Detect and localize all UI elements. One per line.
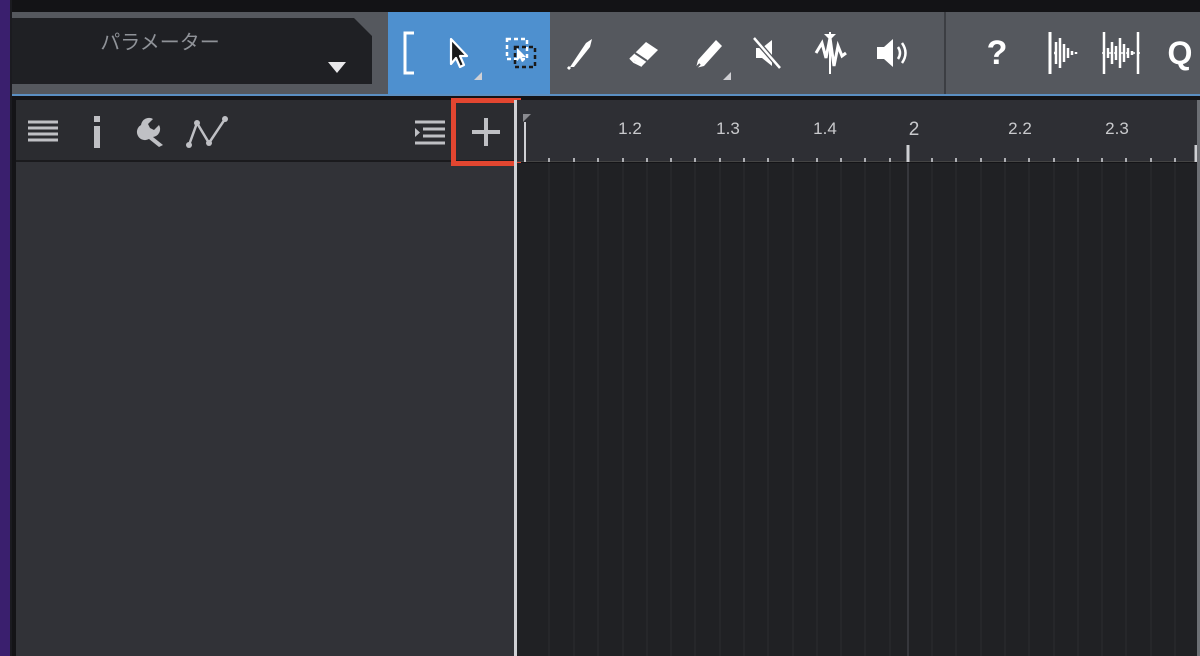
tool-options-indicator bbox=[723, 72, 731, 80]
info-icon[interactable] bbox=[82, 112, 112, 152]
range-select-icon[interactable] bbox=[496, 12, 546, 94]
speaker-icon[interactable] bbox=[866, 12, 920, 94]
automation-curve-icon[interactable] bbox=[184, 112, 236, 152]
ruler-label: 1.2 bbox=[618, 119, 642, 138]
grid-lines bbox=[548, 163, 1176, 656]
help-icon[interactable]: ? bbox=[978, 12, 1016, 94]
ruler-label: 2 bbox=[908, 119, 920, 140]
waveform-bend-icon[interactable] bbox=[804, 12, 856, 94]
ruler-label: 2.2 bbox=[1008, 119, 1032, 138]
dropdown-triangle-icon[interactable] bbox=[328, 62, 346, 73]
focus-line bbox=[12, 94, 1200, 96]
ruler-label: 1.4 bbox=[813, 119, 837, 138]
wrench-icon[interactable] bbox=[132, 112, 172, 152]
tool-options-indicator bbox=[474, 72, 482, 80]
add-button-highlight bbox=[451, 98, 521, 166]
waveform-grid-icon[interactable] bbox=[1096, 12, 1146, 94]
track-list-panel bbox=[16, 100, 514, 656]
ruler-label: 1.3 bbox=[716, 119, 740, 138]
window-edge bbox=[0, 0, 12, 656]
bracket-icon[interactable] bbox=[392, 12, 426, 94]
knife-icon[interactable] bbox=[558, 12, 604, 94]
list-icon[interactable] bbox=[24, 112, 62, 152]
indent-list-icon[interactable] bbox=[410, 112, 450, 152]
top-strip bbox=[12, 0, 1200, 12]
parameter-selector-label: パラメーター bbox=[100, 32, 220, 54]
pencil-icon[interactable] bbox=[684, 12, 732, 94]
ruler-label: 2.3 bbox=[1105, 119, 1129, 138]
waveform-snap-icon[interactable] bbox=[1038, 12, 1084, 94]
toolbar-separator bbox=[944, 12, 946, 94]
eraser-icon[interactable] bbox=[618, 12, 670, 94]
arrow-cursor-icon[interactable] bbox=[434, 12, 482, 94]
mute-icon[interactable] bbox=[744, 12, 790, 94]
quantize-icon[interactable]: Q bbox=[1160, 12, 1200, 94]
